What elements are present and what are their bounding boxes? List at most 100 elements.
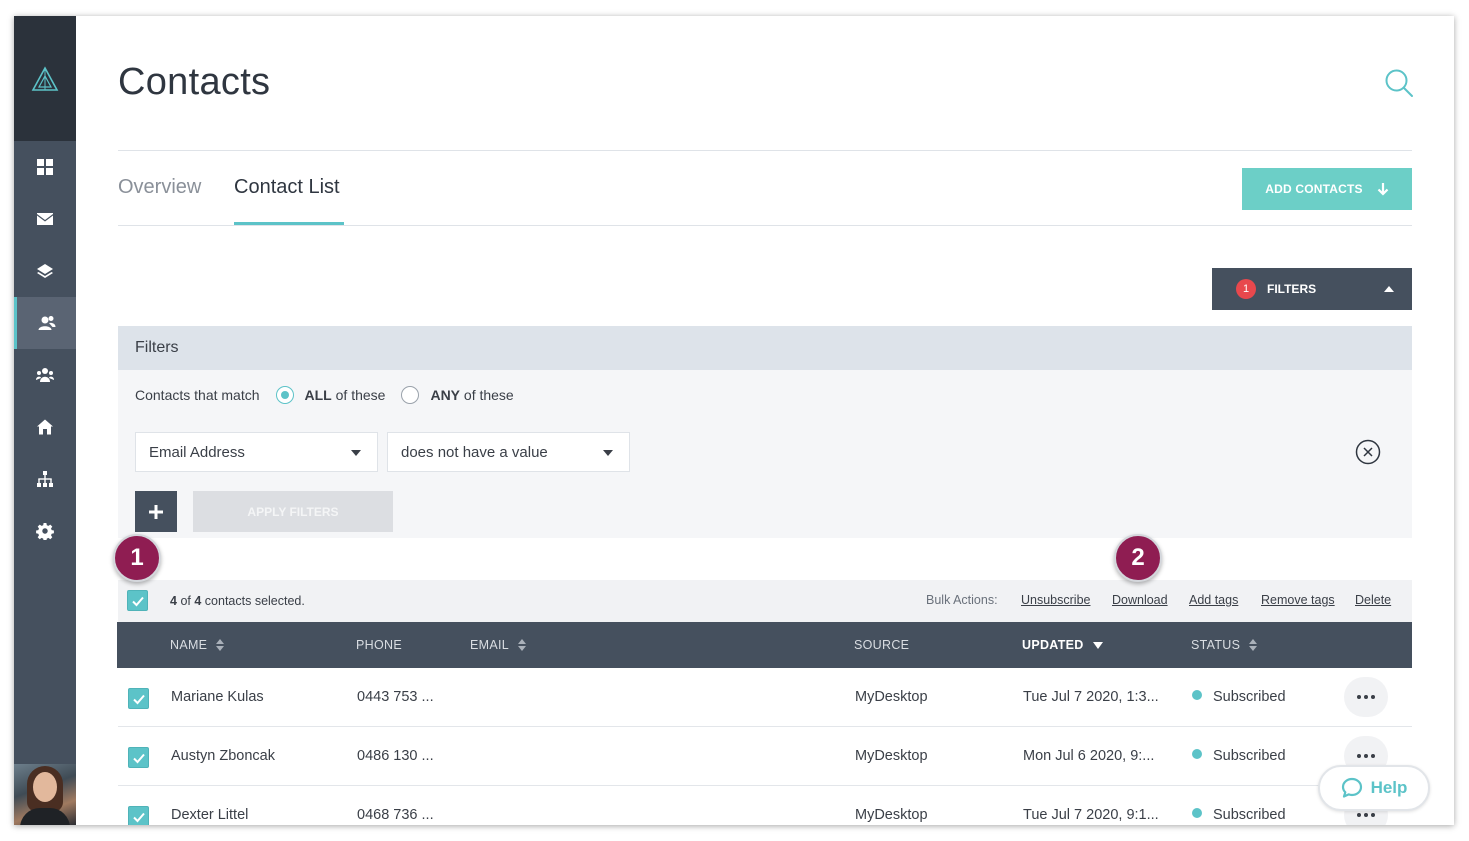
row-checkbox[interactable] [128, 747, 149, 768]
selected-total: 4 [194, 594, 202, 608]
selected-of: of [180, 594, 191, 608]
home-icon [37, 419, 53, 435]
table-row[interactable]: Austyn Zboncak 0486 130 ... MyDesktop Mo… [118, 727, 1412, 786]
check-icon [131, 596, 144, 606]
column-header-phone-label: PHONE [356, 638, 402, 652]
bulk-add-tags-link[interactable]: Add tags [1189, 593, 1238, 607]
column-header-email[interactable]: EMAIL [470, 638, 527, 652]
selection-summary: 4 of 4 contacts selected. [170, 594, 305, 608]
tab-overview[interactable]: Overview [118, 176, 201, 199]
sort-desc-icon [1092, 641, 1103, 649]
filters-toggle-button[interactable]: 1 FILTERS [1212, 268, 1412, 310]
status-label: Subscribed [1213, 689, 1286, 705]
selected-suffix: contacts selected. [204, 594, 305, 608]
column-header-updated[interactable]: UPDATED [1022, 638, 1103, 652]
arrow-down-icon [1377, 183, 1389, 196]
filters-toggle-label: FILTERS [1267, 282, 1317, 296]
match-all-radio[interactable] [275, 386, 294, 404]
filter-field-select[interactable]: Email Address [135, 432, 378, 472]
match-all-rest: of these [335, 387, 386, 403]
column-header-source[interactable]: SOURCE [854, 638, 909, 652]
main-content: Contacts Overview Contact List ADD CONTA… [113, 16, 1414, 825]
sidebar-item-dashboard[interactable] [14, 141, 76, 193]
more-icon [1357, 695, 1361, 699]
contact-name[interactable]: Mariane Kulas [171, 689, 264, 705]
sidebar-item-home[interactable] [14, 401, 76, 453]
caret-up-icon [1384, 286, 1394, 292]
match-row: Contacts that match ALL of these ANY of … [135, 386, 514, 404]
column-header-email-label: EMAIL [470, 638, 510, 652]
sidebar-item-mail[interactable] [14, 193, 76, 245]
column-header-name-label: NAME [170, 638, 208, 652]
app-logo[interactable] [14, 16, 76, 141]
status-dot [1192, 808, 1202, 818]
sidebar-item-layers[interactable] [14, 245, 76, 297]
sort-icon [518, 639, 527, 651]
help-button[interactable]: Help [1318, 765, 1430, 811]
bulk-actions-label: Bulk Actions: [926, 593, 998, 607]
search-icon[interactable] [1384, 68, 1414, 98]
step-marker-2: 2 [1114, 534, 1162, 582]
bulk-delete-link[interactable]: Delete [1355, 593, 1391, 607]
row-checkbox[interactable] [128, 688, 149, 709]
column-header-updated-label: UPDATED [1022, 638, 1084, 652]
row-checkbox[interactable] [128, 806, 149, 825]
layers-icon [37, 264, 53, 278]
status-dot [1192, 690, 1202, 700]
status-dot [1192, 749, 1202, 759]
chevron-down-icon [351, 450, 361, 456]
filter-condition-select[interactable]: does not have a value [387, 432, 630, 472]
contact-updated: Mon Jul 6 2020, 9:... [1023, 748, 1155, 764]
contact-name[interactable]: Dexter Littel [171, 807, 248, 823]
selection-bar: 4 of 4 contacts selected. Bulk Actions: … [118, 580, 1412, 622]
column-header-status-label: STATUS [1191, 638, 1241, 652]
contact-phone: 0443 753 ... [357, 689, 434, 705]
app-window: Contacts Overview Contact List ADD CONTA… [14, 16, 1454, 825]
more-icon [1357, 754, 1361, 758]
column-header-phone[interactable]: PHONE [356, 638, 402, 652]
remove-filter-icon[interactable] [1355, 439, 1381, 465]
contact-phone: 0468 736 ... [357, 807, 434, 823]
match-any-radio[interactable] [401, 386, 420, 404]
table-row[interactable]: Mariane Kulas 0443 753 ... MyDesktop Tue… [118, 668, 1412, 727]
filter-condition-value: does not have a value [401, 443, 548, 461]
contact-source: MyDesktop [855, 748, 928, 764]
contact-status: Subscribed [1192, 807, 1286, 823]
tab-contact-list[interactable]: Contact List [234, 176, 340, 199]
sort-icon [216, 639, 225, 651]
help-label: Help [1370, 778, 1408, 797]
column-header-status[interactable]: STATUS [1191, 638, 1258, 652]
add-filter-button[interactable] [135, 491, 177, 532]
contact-source: MyDesktop [855, 807, 928, 823]
match-any-strong: ANY [430, 387, 461, 403]
bulk-download-link[interactable]: Download [1112, 593, 1168, 607]
contact-source: MyDesktop [855, 689, 928, 705]
sidebar-item-team[interactable] [14, 349, 76, 401]
status-label: Subscribed [1213, 807, 1286, 823]
sidebar-item-settings[interactable] [14, 505, 76, 557]
match-any-option[interactable]: ANY of these [401, 386, 514, 404]
column-header-name[interactable]: NAME [170, 638, 225, 652]
contact-status: Subscribed [1192, 689, 1286, 705]
row-more-button[interactable] [1344, 677, 1388, 717]
bulk-unsubscribe-link[interactable]: Unsubscribe [1021, 593, 1090, 607]
match-all-option[interactable]: ALL of these [275, 386, 386, 404]
contact-name[interactable]: Austyn Zboncak [171, 748, 275, 764]
select-all-checkbox[interactable] [127, 590, 148, 611]
check-icon [132, 694, 145, 704]
apply-filters-button[interactable]: APPLY FILTERS [193, 491, 393, 532]
filters-panel: Filters Contacts that match ALL of these… [118, 326, 1412, 538]
filters-heading: Filters [118, 326, 1412, 370]
sidebar-item-hierarchy[interactable] [14, 453, 76, 505]
bulk-remove-tags-link[interactable]: Remove tags [1261, 593, 1335, 607]
sidebar-item-contacts[interactable] [14, 297, 76, 349]
add-contacts-button[interactable]: ADD CONTACTS [1242, 168, 1412, 210]
sidebar [14, 16, 76, 825]
user-avatar[interactable] [14, 764, 76, 825]
team-icon [36, 368, 54, 382]
contact-phone: 0486 130 ... [357, 748, 434, 764]
match-all-strong: ALL [304, 387, 332, 403]
table-header: NAME PHONE EMAIL SOURCE UPDATED STATUS [117, 622, 1412, 668]
table-row[interactable]: Dexter Littel 0468 736 ... MyDesktop Tue… [118, 786, 1412, 825]
avatar-body [20, 808, 70, 825]
